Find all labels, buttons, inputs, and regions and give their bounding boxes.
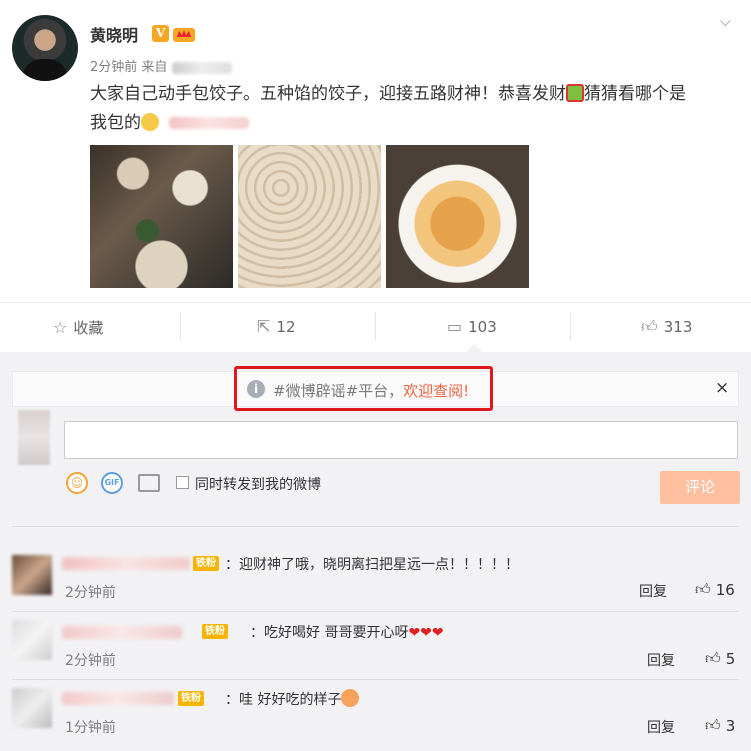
post-text-line1: 大家自己动手包饺子。五种馅的饺子，迎接五路财神！恭喜发财 xyxy=(90,84,566,104)
notice-text-pre: #微博辟谣#平台， xyxy=(273,382,404,400)
comment-text: ：迎财神了哦，晓明离扫把星远一点！！！！！ xyxy=(225,557,519,573)
comments-divider xyxy=(12,526,739,527)
comment-count: 103 xyxy=(468,317,497,336)
thumbs-up-icon: 👍︎ xyxy=(695,580,711,598)
comment-text: ：哇 好好吃的样子 xyxy=(225,689,360,709)
repost-count: 12 xyxy=(276,317,296,336)
sync-repost-checkbox[interactable] xyxy=(176,476,189,489)
fan-badge: 铁粉 xyxy=(193,556,219,571)
notice-link[interactable]: 欢迎查阅! xyxy=(403,382,469,400)
post-photo-2[interactable] xyxy=(238,145,381,288)
comment-caret xyxy=(465,344,483,353)
comment-time[interactable]: 2分钟前 xyxy=(65,582,116,602)
like-count: 313 xyxy=(663,318,693,336)
favorite-label: 收藏 xyxy=(73,319,104,337)
repost-icon: ⇱ xyxy=(257,317,271,336)
comment-icon: ▭ xyxy=(447,317,463,336)
comment-time[interactable]: 1分钟前 xyxy=(65,717,116,737)
post-text-line2: 我包的 xyxy=(90,113,141,133)
image-upload-icon[interactable] xyxy=(138,474,160,492)
location-link-blurred[interactable] xyxy=(169,117,249,129)
sync-repost-label: 同时转发到我的微博 xyxy=(195,477,321,493)
comment-like-button[interactable]: 👍︎ 5 xyxy=(705,649,735,668)
comment-input[interactable] xyxy=(64,421,738,459)
post-meta: 2分钟前 来自 xyxy=(90,56,232,75)
commenter-name-blurred[interactable] xyxy=(62,557,190,570)
reply-button[interactable]: 回复 xyxy=(647,650,675,670)
post-source-blurred xyxy=(171,61,232,74)
comment-like-count: 5 xyxy=(725,649,736,668)
post-time[interactable]: 2分钟前 xyxy=(90,60,137,75)
fan-crown-icon xyxy=(173,28,195,42)
emoji-picker-icon[interactable]: ☺ xyxy=(66,472,88,494)
fan-badge: 铁粉 xyxy=(202,624,228,639)
verified-icon: V xyxy=(152,25,169,42)
comment-text-body: ：吃好喝好 哥哥要开心呀 xyxy=(250,625,409,641)
commenter-avatar[interactable] xyxy=(12,688,52,728)
comment-like-button[interactable]: 👍︎ 3 xyxy=(705,716,735,735)
thumbs-up-icon: 👍︎ xyxy=(705,649,721,667)
comment-divider xyxy=(12,611,739,612)
comment-divider xyxy=(12,679,739,680)
author-avatar[interactable] xyxy=(12,15,78,81)
star-icon: ☆ xyxy=(53,318,68,337)
thumbs-up-icon: 👍︎ xyxy=(705,716,721,734)
gif-icon[interactable]: GIF xyxy=(101,472,123,494)
close-icon[interactable]: × xyxy=(715,378,729,398)
my-avatar xyxy=(18,410,50,465)
comment-like-count: 3 xyxy=(725,716,736,735)
submit-comment-button[interactable]: 评论 xyxy=(660,471,740,504)
commenter-avatar[interactable] xyxy=(12,620,52,660)
comment-like-button[interactable]: 👍︎ 16 xyxy=(695,580,735,599)
info-icon: i xyxy=(247,380,265,398)
post-text-line1b: 猜猜看哪个是 xyxy=(584,84,686,104)
commenter-name-blurred[interactable] xyxy=(62,626,182,639)
favorite-button[interactable]: ☆ 收藏 xyxy=(53,317,103,338)
chevron-down-icon[interactable]: ⌵ xyxy=(720,14,731,30)
comment-like-count: 16 xyxy=(715,580,735,599)
thumbs-up-icon: 👍︎ xyxy=(641,317,658,336)
post-photo-3[interactable] xyxy=(386,145,529,288)
fan-badge: 铁粉 xyxy=(178,691,204,706)
comment-text: ：吃好喝好 哥哥要开心呀❤❤❤ xyxy=(250,622,444,642)
reply-button[interactable]: 回复 xyxy=(647,717,675,737)
comment-text-body: ：哇 好好吃的样子 xyxy=(225,692,342,708)
like-button[interactable]: 👍︎ 313 xyxy=(641,317,692,337)
action-separator xyxy=(375,312,376,340)
repost-button[interactable]: ⇱ 12 xyxy=(257,317,296,336)
emoji-icon xyxy=(141,113,159,131)
notice-text: #微博辟谣#平台，欢迎查阅! xyxy=(273,380,469,401)
action-separator xyxy=(180,312,181,340)
heart-emoji-icon: ❤❤❤ xyxy=(408,625,444,641)
reply-button[interactable]: 回复 xyxy=(639,581,667,601)
post-source-prefix: 来自 xyxy=(141,60,168,75)
commenter-name-blurred[interactable] xyxy=(62,692,174,705)
post-text: 大家自己动手包饺子。五种馅的饺子，迎接五路财神！恭喜发财 猜猜看哪个是 我包的 xyxy=(90,80,740,138)
commenter-avatar[interactable] xyxy=(12,555,52,595)
post-photo-1[interactable] xyxy=(90,145,233,288)
action-separator xyxy=(570,312,571,340)
comment-time[interactable]: 2分钟前 xyxy=(65,650,116,670)
heart-eyes-emoji-icon xyxy=(341,689,360,707)
action-bar-divider xyxy=(0,302,751,303)
gift-emoji-icon xyxy=(566,84,584,102)
author-name[interactable]: 黄晓明 xyxy=(90,22,138,46)
comment-button[interactable]: ▭ 103 xyxy=(447,317,497,336)
